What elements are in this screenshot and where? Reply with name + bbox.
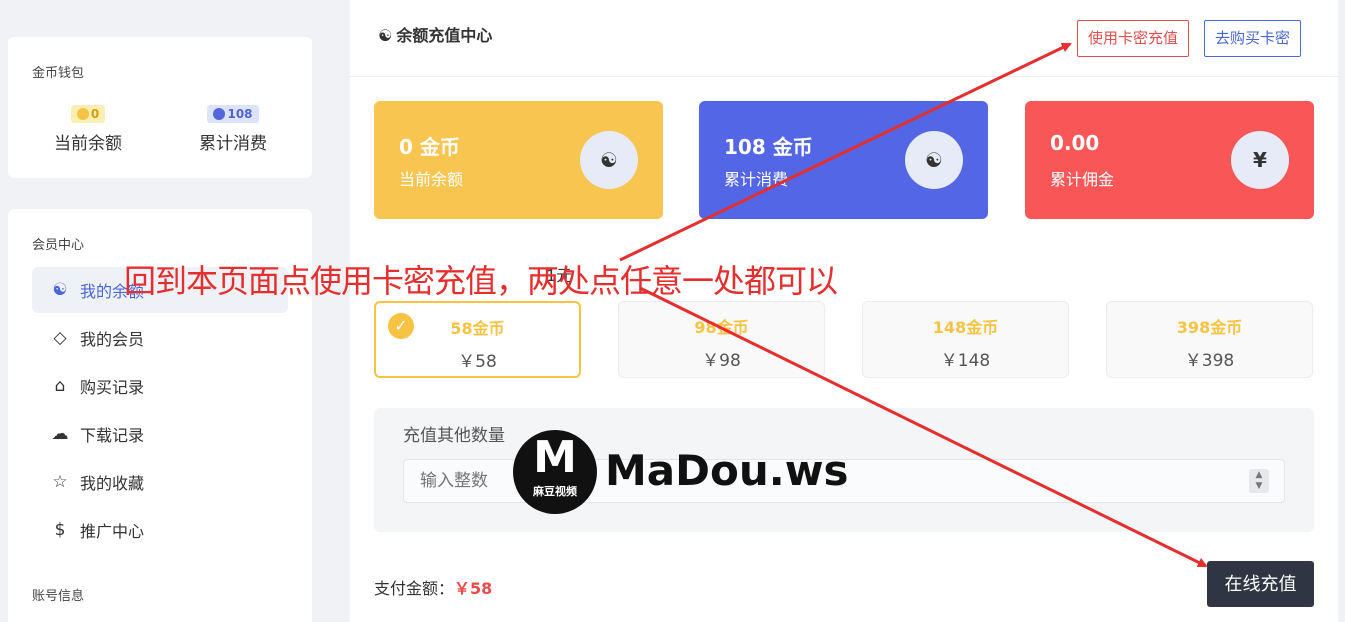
number-stepper[interactable]: ▲ ▼ [1249,469,1269,493]
diamond-icon: ◇ [53,328,67,348]
wallet-heading: 金币钱包 [32,66,85,81]
check-icon: ✓ [388,313,414,339]
yen-icon: ¥ [1231,131,1289,189]
package-price: ￥58 [458,352,497,372]
wallet-card: 金币钱包 0 当前余额 108 累计消费 [8,37,312,178]
wallet-balance[interactable]: 0 当前余额 [28,103,148,154]
main-header: ☯ 余额充值中心 使用卡密充值 去购买卡密 [350,0,1338,77]
package-price: ￥148 [940,351,991,371]
watermark-logo: M 麻豆视频 [513,430,597,514]
sidebar-item-label: 我的会员 [80,330,145,349]
sidebar-item-purchase-records[interactable]: ⌂ 购买记录 [32,363,288,409]
package-option-98[interactable]: 98金币 ￥98 [618,301,825,378]
online-recharge-button[interactable]: 在线充值 [1207,561,1314,607]
yin-yang-icon: ☯ [905,131,963,189]
star-icon: ☆ [52,472,68,492]
package-option-148[interactable]: 148金币 ￥148 [862,301,1069,378]
wallet-spent[interactable]: 108 累计消费 [173,103,293,154]
account-heading: 账号信息 [32,589,85,604]
package-option-398[interactable]: 398金币 ￥398 [1106,301,1313,378]
annotation-text: 回到本页面点使用卡密充值，两处点任意一处都可以 [124,262,838,300]
sidebar-item-favorites[interactable]: ☆ 我的收藏 [32,459,288,505]
coin-icon [76,108,89,120]
sidebar-item-label: 推广中心 [80,522,145,541]
stat-spent: 108 金币 累计消费 ☯ [699,101,988,219]
package-coins: 148金币 [932,318,999,337]
package-price: ￥398 [1184,351,1235,371]
sidebar-item-label: 我的收藏 [80,474,145,493]
stat-value: 0.00 [1050,131,1100,155]
hand-coin-icon: $ [54,520,66,540]
watermark: M 麻豆视频 MaDou.ws [513,430,858,516]
sidebar-item-my-membership[interactable]: ◇ 我的会员 [32,315,288,361]
sidebar-item-label: 购买记录 [80,378,145,397]
spent-label: 累计消费 [199,134,267,154]
package-price: ￥98 [702,351,741,371]
pay-amount-label: 支付金额： [374,579,455,598]
sidebar-item-promotion[interactable]: $ 推广中心 [32,507,288,553]
cloud-download-icon: ☁ [51,424,69,444]
stat-value: 108 金币 [724,135,813,159]
package-coins: 398金币 [1176,318,1243,337]
member-heading: 会员中心 [32,238,85,253]
yin-yang-icon: ☯ [580,131,638,189]
stat-label: 当前余额 [399,170,464,189]
balance-badge: 0 [70,105,106,123]
balance-label: 当前余额 [54,134,122,154]
pay-amount-row: 支付金额：￥58 [374,575,492,599]
stat-label: 累计佣金 [1050,170,1115,189]
stat-label: 累计消费 [724,170,789,189]
watermark-text: MaDou.ws [605,446,849,495]
coin-icon [213,108,226,120]
basket-icon: ⌂ [54,376,66,396]
sidebar-item-download-records[interactable]: ☁ 下载记录 [32,411,288,457]
buy-card-code-button[interactable]: 去购买卡密 [1204,20,1302,57]
package-coins: 98金币 [694,318,749,337]
use-card-code-button[interactable]: 使用卡密充值 [1077,20,1190,57]
yin-yang-icon: ☯ [378,26,393,45]
page-title: ☯ 余额充值中心 [378,26,493,45]
stat-value: 0 金币 [399,135,460,159]
stat-balance: 0 金币 当前余额 ☯ [374,101,663,219]
spent-badge: 108 [207,105,259,123]
sidebar-item-label: 下载记录 [80,426,145,445]
pay-amount-value: ￥58 [454,579,493,598]
stat-commission: 0.00 累计佣金 ¥ [1025,101,1314,219]
custom-amount-label: 充值其他数量 [403,426,505,446]
yin-yang-icon: ☯ [52,280,68,300]
recharge-center-card: ☯ 余额充值中心 使用卡密充值 去购买卡密 0 金币 当前余额 ☯ 108 金币 … [350,0,1338,622]
package-option-58[interactable]: ✓ 58金币 ￥58 [374,301,581,378]
